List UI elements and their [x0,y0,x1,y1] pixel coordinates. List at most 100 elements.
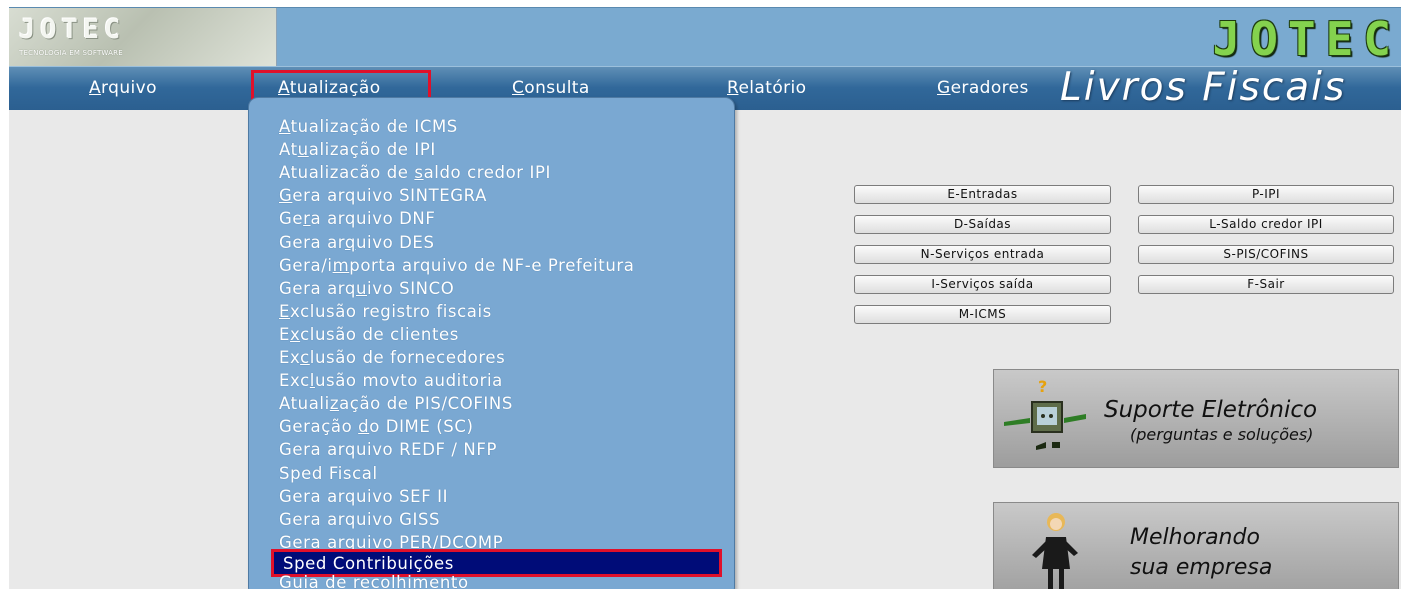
menu-mnemonic: C [512,78,525,98]
businesswoman-icon [1032,513,1078,589]
menu-item[interactable]: Atualizacão de saldo credor IPI [279,163,551,182]
menu-item[interactable]: Geração do DIME (SC) [279,417,474,436]
menu-item-mnemonic: u [355,278,368,298]
menu-item-mnemonic: q [344,232,356,252]
pis-cofins-button[interactable]: S-PIS/COFINS [1138,245,1394,264]
menu-item-guia-recolhimento[interactable]: Guia de recolhimento [279,573,469,589]
suporte-eletronico-banner[interactable]: ? Suporte Eletrônico (perguntas e soluçõ… [993,369,1399,468]
menu-label: onsulta [524,78,590,98]
menu-item[interactable]: Atualização de PIS/COFINS [279,394,513,413]
menu-relatorio[interactable]: Relatório [727,78,806,98]
atualizacao-dropdown: Gera arquivo PER/DCOMP Gera arquivo GISS G… [248,97,735,589]
menu-label: eradores [950,78,1029,98]
menu-item[interactable]: Gera arquivo SINCO [279,279,454,298]
menu-item-text: a arquivo DNF [310,209,436,229]
menu-item-text: Gera arq [279,278,356,298]
menu-item[interactable]: Atualização de IPI [279,140,436,159]
menu-item-text: porta arquivo de NF-e Prefeitura [349,255,635,275]
menu-item[interactable]: Gera arquivo GISS [279,510,440,529]
menu-item-text: usão movto auditoria [314,371,503,391]
ipi-button[interactable]: P-IPI [1138,185,1394,204]
menu-item-text: uivo DES [355,232,435,252]
menu-item-text: ação de PIS/COFINS [339,394,513,414]
left-border [0,0,9,589]
menu-item[interactable]: Gera arquivo DES [279,233,435,252]
menu-item-text: Sped Fiscal [279,463,378,483]
menu-item-text: Ge [279,209,304,229]
menu-item-label: Sped Contribuições [283,554,454,573]
menu-mnemonic: A [89,78,102,98]
menu-mnemonic: A [278,78,290,98]
menu-geradores[interactable]: Geradores [937,78,1029,98]
menu-item-text: xclusão registro fiscais [290,301,492,321]
menu-item[interactable]: Sped Fiscal [279,464,378,483]
jotec-logo: JOTEC TECNOLOGIA EM SOFTWARE [9,8,277,67]
menu-consulta[interactable]: Consulta [512,78,590,98]
module-title: Livros Fiscais [1060,65,1347,110]
menu-item[interactable]: Gera/importa arquivo de NF-e Prefeitura [279,256,635,275]
menu-item-text: Gera ar [279,232,345,252]
app-window: JOTEC TECNOLOGIA EM SOFTWARE JOTEC Arqui… [0,0,1401,589]
melhorando-line1: Melhorando [1130,525,1260,550]
saidas-button[interactable]: D-Saídas [854,215,1111,234]
menu-item-mnemonic: s [414,163,424,183]
menu-item-mnemonic: m [332,255,350,275]
computer-mascot-icon: ? [1004,377,1086,450]
icms-button[interactable]: M-ICMS [854,305,1111,324]
menu-item-text: aldo credor IPI [423,163,552,183]
menu-label: rquivo [101,78,157,98]
menu-item-text: clusão de clientes [300,324,460,344]
melhorando-empresa-banner[interactable]: Melhorando sua empresa [993,502,1399,589]
menu-item-text: Gera arquivo REDF / NFP [279,440,498,460]
menu-item[interactable]: Atualização de ICMS [279,117,458,136]
menu-item[interactable]: Gera arquivo SEF II [279,487,448,506]
menu-item-mnemonic: d [358,417,370,437]
menu-item-mnemonic: G [279,186,293,206]
menu-item-text: lusão de fornecedores [309,348,506,367]
top-border [0,0,1401,7]
menu-item-text: At [279,140,298,160]
menu-item-text: Gera arquivo GISS [279,509,441,529]
menu-item-text: Atualizacão de [279,163,415,183]
sair-button[interactable]: F-Sair [1138,275,1394,294]
entradas-button[interactable]: E-Entradas [854,185,1111,204]
menu-item[interactable]: Gera arquivo DNF [279,209,435,228]
menu-label: elatório [738,78,807,98]
menu-item-text: tualização de ICMS [290,117,458,136]
menu-item-text: o DIME (SC) [369,417,474,437]
menu-item-text: Exc [279,371,310,391]
saldo-credor-ipi-button[interactable]: L-Saldo credor IPI [1138,215,1394,234]
svg-text:?: ? [1038,377,1047,396]
brand-logo-right: JOTEC [1212,12,1401,66]
menu-item[interactable]: Gera arquivo REDF / NFP [279,440,497,459]
menu-item-text: ivo SINCO [367,278,455,298]
menu-item-text: E [279,324,291,344]
menu-item[interactable]: Exclusão movto auditoria [279,371,503,390]
servicos-saida-button[interactable]: I-Serviços saída [854,275,1111,294]
header: JOTEC TECNOLOGIA EM SOFTWARE JOTEC [9,7,1401,67]
menu-item[interactable]: Exclusão registro fiscais [279,302,492,321]
menu-item-mnemonic: x [290,324,301,344]
menu-item[interactable]: Gera arquivo SINTEGRA [279,186,487,205]
menu-arquivo[interactable]: Arquivo [89,78,157,98]
menu-item-mnemonic: c [300,348,310,367]
menu-item-mnemonic: r [303,209,311,229]
menu-mnemonic: G [937,78,951,98]
logo-subtitle: TECNOLOGIA EM SOFTWARE [19,49,123,57]
menu-item[interactable]: Exclusão de fornecedores [279,348,505,367]
menu-item-text: Ex [279,348,301,367]
menu-item-mnemonic: E [279,301,291,321]
menu-item-text: alização de IPI [308,140,436,160]
suporte-title: Suporte Eletrônico [1104,397,1318,423]
melhorando-line2: sua empresa [1130,555,1273,580]
servicos-entrada-button[interactable]: N-Serviços entrada [854,245,1111,264]
menu-item-text: Atuali [279,394,330,414]
menu-item-text: Geração [279,417,359,437]
suporte-subtitle: (perguntas e soluções) [1130,425,1314,444]
menu-mnemonic: R [727,78,739,98]
menu-item[interactable]: Exclusão de clientes [279,325,459,344]
logo-text: JOTEC [19,14,126,45]
menu-item-text: Gera arquivo SEF II [279,486,449,506]
menu-item-mnemonic: z [329,394,340,414]
menu-item-mnemonic: u [297,140,309,160]
